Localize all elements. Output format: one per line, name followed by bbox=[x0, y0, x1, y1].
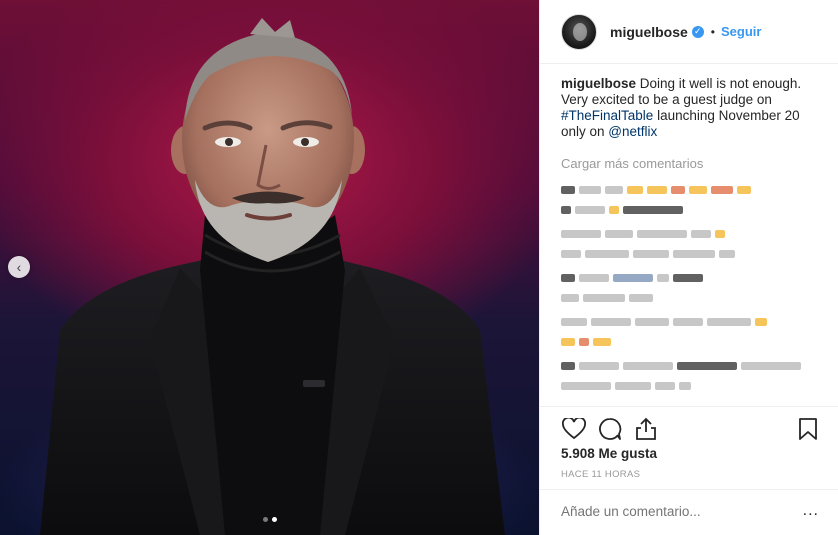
chevron-left-icon: ‹ bbox=[16, 259, 22, 275]
load-more-comments-button[interactable]: Cargar más comentarios bbox=[561, 156, 823, 172]
header-username[interactable]: miguelbose bbox=[610, 24, 688, 40]
blurred-comment bbox=[561, 382, 823, 390]
actions-divider bbox=[540, 406, 838, 407]
post-timestamp[interactable]: HACE 11 HORAS bbox=[561, 469, 640, 480]
blurred-comment bbox=[561, 186, 823, 194]
post-photo[interactable]: ‹ bbox=[0, 0, 539, 535]
post-caption: miguelbose Doing it well is not enough. … bbox=[561, 76, 823, 140]
caption-username[interactable]: miguelbose bbox=[561, 76, 636, 91]
blurred-comment bbox=[561, 318, 823, 326]
blurred-comment bbox=[561, 230, 823, 238]
carousel-indicator bbox=[0, 517, 539, 522]
post-header: miguelbose ✓ • Seguir bbox=[540, 0, 838, 64]
bookmark-icon[interactable] bbox=[795, 416, 821, 442]
comment-input[interactable] bbox=[561, 504, 781, 519]
blurred-comment bbox=[561, 362, 823, 370]
add-comment-bar: ... bbox=[540, 489, 838, 535]
post-side-panel: miguelbose ✓ • Seguir miguelbose Doing i… bbox=[539, 0, 838, 535]
avatar[interactable] bbox=[561, 13, 597, 50]
header-separator: • bbox=[710, 24, 715, 39]
caption-hashtag[interactable]: #TheFinalTable bbox=[561, 108, 653, 123]
carousel-dot bbox=[262, 517, 268, 522]
heart-icon[interactable] bbox=[561, 416, 587, 442]
follow-button[interactable]: Seguir bbox=[721, 24, 761, 39]
caption-mention[interactable]: @netflix bbox=[608, 124, 657, 139]
comments-section: miguelbose Doing it well is not enough. … bbox=[561, 76, 823, 406]
blurred-comment bbox=[561, 338, 823, 346]
carousel-dot-active bbox=[271, 517, 277, 522]
post-actions bbox=[561, 414, 821, 444]
likes-count[interactable]: 5.908 Me gusta bbox=[561, 446, 657, 461]
more-options-button[interactable]: ... bbox=[803, 502, 819, 520]
blurred-comment bbox=[561, 274, 823, 282]
blurred-comment bbox=[561, 294, 823, 302]
previous-photo-button[interactable]: ‹ bbox=[8, 256, 30, 278]
verified-badge-icon: ✓ bbox=[691, 25, 704, 38]
share-icon[interactable] bbox=[633, 416, 659, 442]
portrait-illustration bbox=[0, 18, 539, 535]
blurred-comment bbox=[561, 250, 823, 258]
comment-bubble-icon[interactable] bbox=[597, 416, 623, 442]
blurred-comment bbox=[561, 206, 823, 214]
